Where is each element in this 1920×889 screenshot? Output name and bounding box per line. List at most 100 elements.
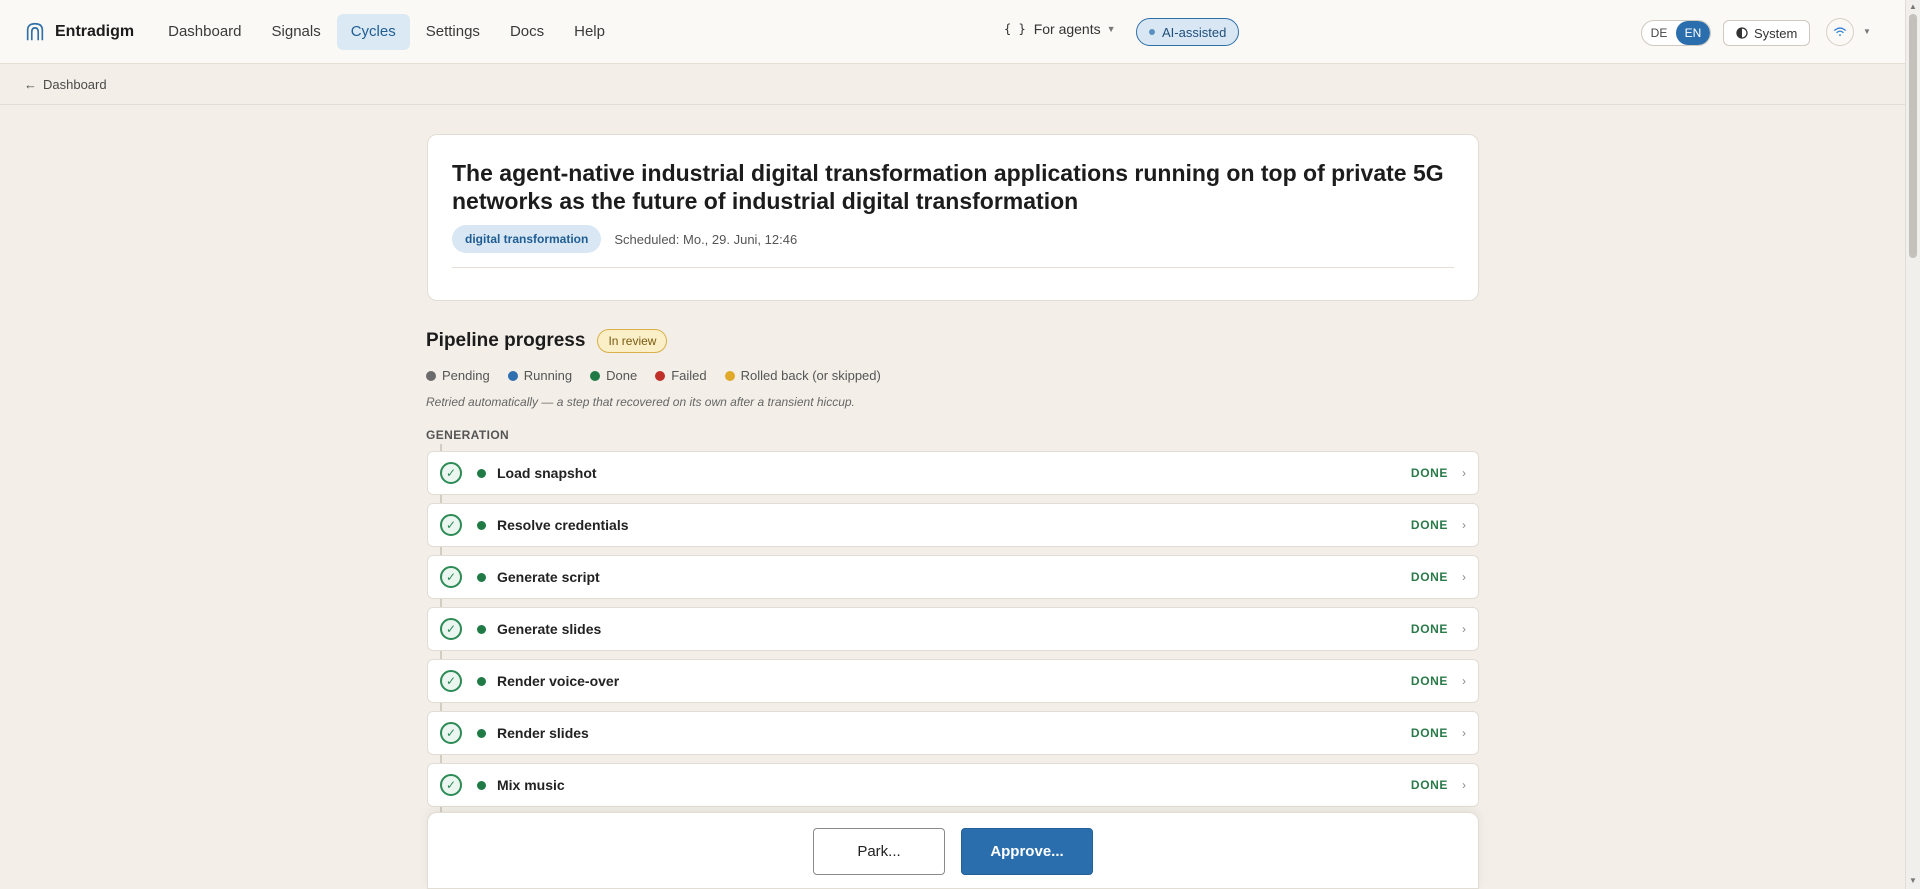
topic-tag: digital transformation [452, 225, 602, 253]
status-dot-icon [477, 676, 486, 686]
nav-docs[interactable]: Docs [496, 14, 558, 50]
step-status: DONE [1410, 726, 1448, 740]
check-circle-icon: ✓ [440, 462, 462, 484]
brand-name: Entradigm [55, 22, 135, 40]
review-action-bar: Park... Approve... [427, 812, 1479, 889]
dot-icon [724, 370, 735, 381]
dot-icon [655, 370, 666, 381]
chevron-right-icon: › [1462, 570, 1466, 584]
legend-pending: Pending [426, 368, 490, 383]
legend-rolled-back: Rolled back (or skipped) [724, 368, 881, 383]
cycle-card: The agent-native industrial digital tran… [427, 134, 1479, 301]
check-circle-icon: ✓ [440, 722, 462, 744]
status-dot-icon [477, 468, 486, 478]
legend-label: Running [523, 368, 573, 383]
park-button[interactable]: Park... [813, 828, 945, 875]
page-scrollbar[interactable]: ▲ ▼ [1905, 0, 1920, 889]
pipeline-header: Pipeline progress In review [426, 329, 668, 353]
arrow-left-icon: ← [24, 77, 37, 92]
step-row[interactable]: ✓ Load snapshot DONE › [427, 451, 1479, 495]
lang-de-button[interactable]: DE [1642, 21, 1676, 45]
scroll-down-icon[interactable]: ▼ [1909, 876, 1917, 885]
breadcrumb-label: Dashboard [43, 77, 107, 92]
status-legend: Pending Running Done Failed Rolled back … [426, 368, 899, 383]
step-status: DONE [1410, 674, 1448, 688]
top-header: Entradigm Dashboard Signals Cycles Setti… [0, 0, 1905, 64]
lang-en-button[interactable]: EN [1676, 21, 1710, 45]
nav-dashboard[interactable]: Dashboard [154, 14, 255, 50]
dot-icon [507, 370, 518, 381]
step-label: Render voice-over [497, 673, 620, 689]
chevron-right-icon: › [1462, 726, 1466, 740]
dot-icon [590, 370, 601, 381]
check-circle-icon: ✓ [440, 774, 462, 796]
ai-assisted-label: AI-assisted [1162, 24, 1227, 40]
cycle-meta: digital transformation Scheduled: Mo., 2… [452, 225, 1454, 253]
step-label: Resolve credentials [497, 517, 629, 533]
braces-icon: { } [1004, 22, 1026, 36]
step-row[interactable]: ✓ Mix music DONE › [427, 763, 1479, 807]
step-status: DONE [1410, 570, 1448, 584]
cycle-title: The agent-native industrial digital tran… [452, 160, 1444, 214]
legend-failed: Failed [655, 368, 707, 383]
pipeline-steps: ✓ Load snapshot DONE › ✓ Resolve credent… [427, 451, 1479, 815]
connection-button[interactable] [1826, 18, 1854, 46]
for-agents-menu[interactable]: { } For agents ▼ [1004, 21, 1116, 37]
legend-label: Pending [442, 368, 490, 383]
step-label: Load snapshot [497, 465, 597, 481]
contrast-icon [1736, 27, 1748, 39]
check-circle-icon: ✓ [440, 566, 462, 588]
card-divider [452, 267, 1454, 268]
ai-assisted-badge[interactable]: AI-assisted [1136, 18, 1240, 46]
chevron-right-icon: › [1462, 674, 1466, 688]
legend-label: Rolled back (or skipped) [740, 368, 881, 383]
status-dot-icon [1149, 29, 1155, 35]
for-agents-label: For agents [1033, 21, 1101, 37]
step-status: DONE [1410, 778, 1448, 792]
language-switch: DE EN [1641, 20, 1711, 46]
step-label: Mix music [497, 777, 565, 793]
status-dot-icon [477, 624, 486, 634]
step-row[interactable]: ✓ Resolve credentials DONE › [427, 503, 1479, 547]
main-nav: Dashboard Signals Cycles Settings Docs H… [154, 13, 621, 50]
scroll-up-icon[interactable]: ▲ [1909, 2, 1917, 11]
step-label: Render slides [497, 725, 589, 741]
legend-label: Done [606, 368, 638, 383]
back-to-dashboard-link[interactable]: ← Dashboard [24, 77, 107, 92]
step-row[interactable]: ✓ Render slides DONE › [427, 711, 1479, 755]
step-status: DONE [1410, 622, 1448, 636]
chevron-right-icon: › [1462, 778, 1466, 792]
nav-settings[interactable]: Settings [412, 14, 494, 50]
step-row[interactable]: ✓ Render voice-over DONE › [427, 659, 1479, 703]
retry-note: Retried automatically — a step that reco… [426, 395, 855, 409]
legend-running: Running [507, 368, 573, 383]
brand[interactable]: Entradigm [24, 21, 134, 43]
chevron-right-icon: › [1462, 622, 1466, 636]
step-label: Generate script [497, 569, 600, 585]
step-row[interactable]: ✓ Generate script DONE › [427, 555, 1479, 599]
status-badge: In review [597, 329, 668, 353]
legend-done: Done [590, 368, 637, 383]
nav-signals[interactable]: Signals [258, 14, 335, 50]
status-dot-icon [477, 520, 486, 530]
theme-button[interactable]: System [1723, 20, 1811, 46]
connection-caret-icon[interactable]: ▼ [1863, 27, 1871, 36]
caret-down-icon: ▼ [1106, 24, 1116, 34]
breadcrumb-bar: ← Dashboard [0, 65, 1905, 105]
pipeline-title: Pipeline progress [426, 330, 586, 351]
dot-icon [426, 370, 436, 381]
scroll-thumb[interactable] [1909, 14, 1917, 258]
section-label-generation: GENERATION [426, 428, 510, 442]
wifi-icon [1834, 27, 1846, 36]
status-dot-icon [477, 780, 486, 790]
nav-cycles[interactable]: Cycles [336, 13, 410, 50]
step-status: DONE [1410, 466, 1448, 480]
logo-icon [26, 22, 44, 40]
step-status: DONE [1410, 518, 1448, 532]
status-dot-icon [477, 728, 486, 738]
approve-button[interactable]: Approve... [961, 828, 1093, 875]
nav-help[interactable]: Help [560, 14, 619, 50]
legend-label: Failed [671, 368, 707, 383]
step-row[interactable]: ✓ Generate slides DONE › [427, 607, 1479, 651]
step-label: Generate slides [497, 621, 602, 637]
